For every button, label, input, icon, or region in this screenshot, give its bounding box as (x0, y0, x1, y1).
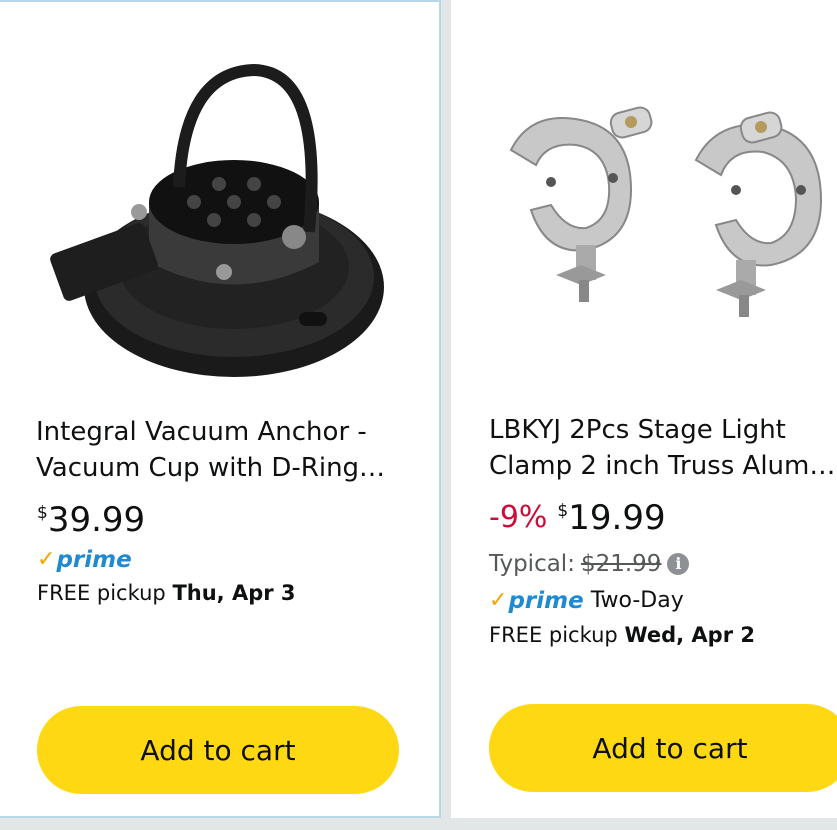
typical-price-value: $21.99 (580, 551, 662, 577)
prime-check-icon: ✓ (489, 588, 508, 613)
product-title[interactable]: Integral Vacuum Anchor - Vacuum Cup with… (36, 414, 416, 486)
product-card-vacuum-anchor[interactable]: Integral Vacuum Anchor - Vacuum Cup with… (0, 0, 441, 818)
typical-price: Typical: $21.99 i (489, 548, 690, 580)
price-amount: 19.99 (568, 498, 666, 538)
price-currency: $ (557, 501, 569, 521)
product-title-line-2[interactable]: Vacuum Cup with D-Ring… (36, 450, 416, 486)
add-to-cart-button[interactable]: Add to cart (37, 706, 399, 794)
prime-label: prime (56, 547, 132, 573)
prime-badge: ✓ prime (37, 545, 132, 575)
info-icon[interactable]: i (667, 553, 690, 575)
price: $ 39.99 (37, 500, 145, 540)
product-title-line-2[interactable]: Clamp 2 inch Truss Alumi… (489, 448, 837, 484)
product-title-line-1[interactable]: Integral Vacuum Anchor - (36, 414, 416, 450)
card-divider (441, 0, 451, 830)
bottom-divider (0, 818, 837, 830)
add-to-cart-button[interactable]: Add to cart (489, 704, 837, 792)
product-card-truss-clamp[interactable]: LBKYJ 2Pcs Stage Light Clamp 2 inch Trus… (451, 0, 837, 818)
prime-label: prime (508, 588, 584, 614)
truss-clamp-image[interactable] (491, 90, 837, 340)
vacuum-anchor-image[interactable] (44, 62, 384, 382)
product-title[interactable]: LBKYJ 2Pcs Stage Light Clamp 2 inch Trus… (489, 412, 837, 484)
price: -9% $ 19.99 (489, 498, 666, 538)
pickup-date: Thu, Apr 3 (172, 581, 296, 605)
pickup-prefix: FREE pickup (489, 623, 625, 647)
prime-badge: ✓ prime Two-Day (489, 586, 684, 616)
pickup-info: FREE pickup Wed, Apr 2 (489, 620, 755, 650)
product-title-line-1[interactable]: LBKYJ 2Pcs Stage Light (489, 412, 837, 448)
discount-badge: -9% (489, 500, 548, 535)
pickup-info: FREE pickup Thu, Apr 3 (37, 578, 296, 608)
price-currency: $ (37, 503, 48, 523)
price-amount: 39.99 (47, 500, 146, 540)
pickup-prefix: FREE pickup (37, 581, 173, 605)
prime-check-icon: ✓ (37, 547, 56, 572)
delivery-speed: Two-Day (590, 588, 684, 613)
typical-label: Typical: (489, 551, 575, 577)
pickup-date: Wed, Apr 2 (624, 623, 755, 647)
